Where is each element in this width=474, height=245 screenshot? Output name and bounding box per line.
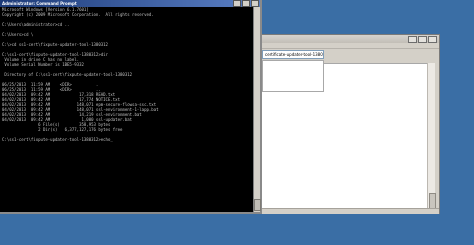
console-line: C:\ss1-cert\fixpute-updater-tool-1380312… xyxy=(2,137,113,142)
cmd-titlebar[interactable]: Administrator: Command Prompt xyxy=(0,0,260,7)
minimize-icon[interactable] xyxy=(233,0,241,7)
explorer-window: certificate-updater-tool-1380312 xyxy=(258,34,440,216)
explorer-scrollbar[interactable] xyxy=(427,63,436,213)
cmd-window-title: Administrator: Command Prompt xyxy=(2,1,77,6)
maximize-icon[interactable] xyxy=(418,35,427,43)
command-prompt-window[interactable]: Administrator: Command Prompt Microsoft … xyxy=(0,0,262,214)
explorer-menubar xyxy=(259,43,439,49)
explorer-titlebar[interactable] xyxy=(259,35,439,43)
desktop-taskbar-area xyxy=(0,214,474,245)
minimize-icon[interactable] xyxy=(408,35,417,43)
close-icon[interactable] xyxy=(428,35,437,43)
maximize-icon[interactable] xyxy=(242,0,250,7)
close-icon[interactable] xyxy=(251,0,259,7)
console-output[interactable]: Microsoft Windows [Version 6.1.7601] Copy… xyxy=(0,7,256,212)
navigation-pane[interactable] xyxy=(262,60,324,92)
console-scrollbar[interactable] xyxy=(253,7,261,212)
address-bar[interactable]: certificate-updater-tool-1380312 xyxy=(262,50,324,59)
scrollbar-thumb[interactable] xyxy=(254,199,261,211)
